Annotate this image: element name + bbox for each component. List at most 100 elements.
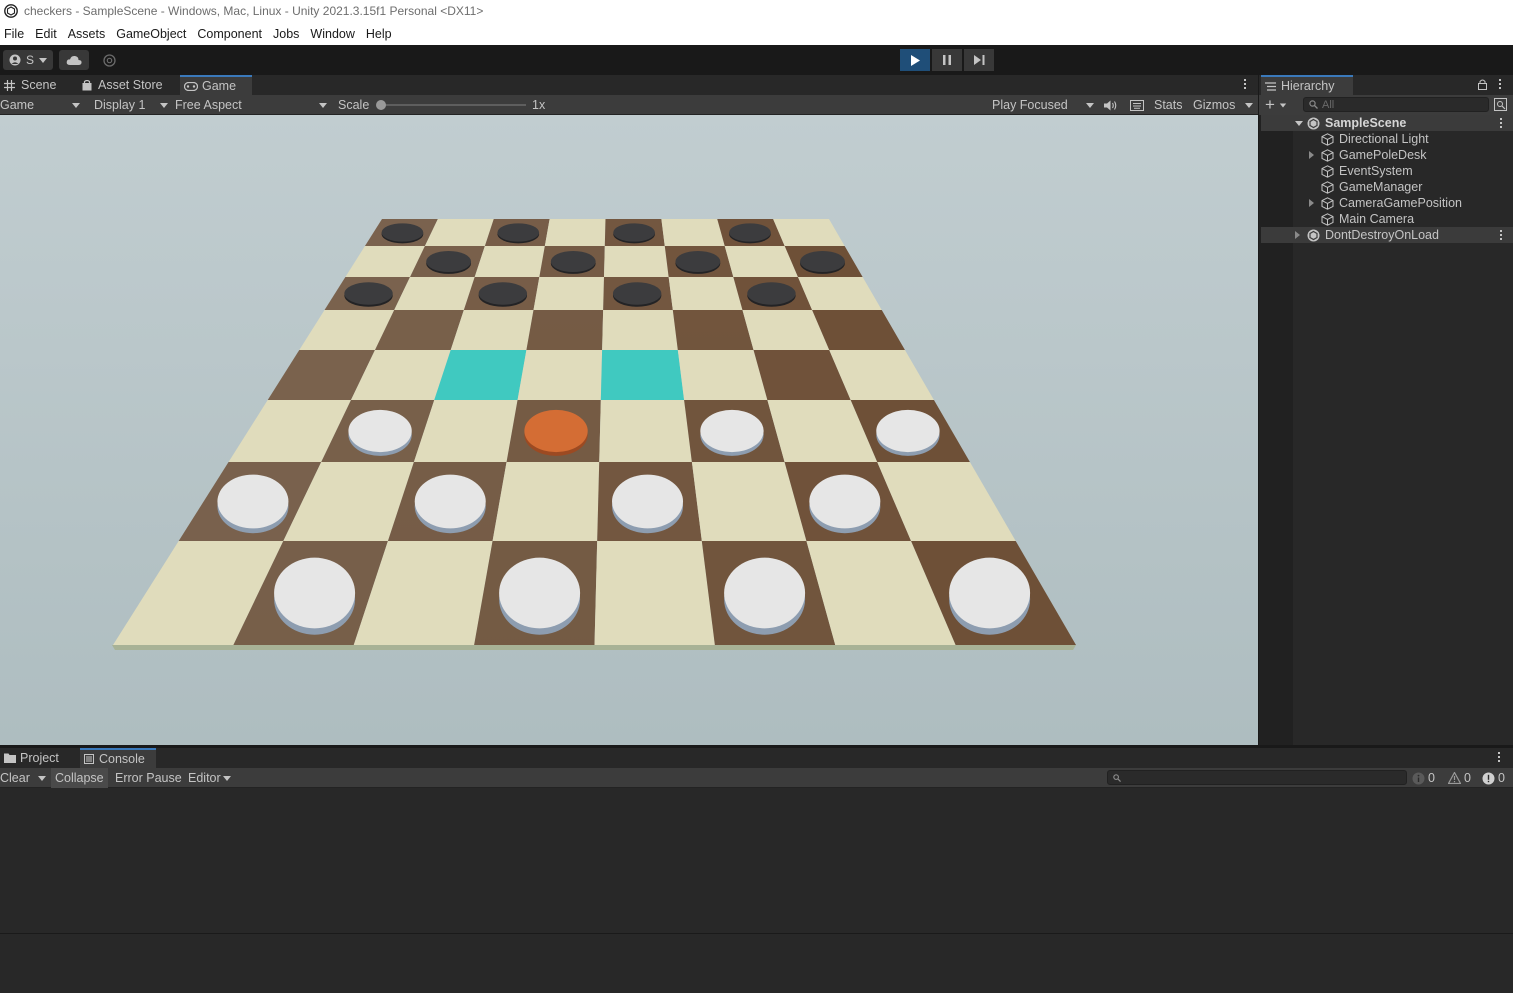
- menu-assets[interactable]: Assets: [64, 27, 113, 41]
- black-piece[interactable]: [747, 282, 796, 307]
- light-square[interactable]: [602, 310, 678, 350]
- hierarchy-item-gamepoledesk[interactable]: GamePoleDesk: [1309, 147, 1427, 163]
- dark-square[interactable]: [672, 310, 754, 350]
- hierarchy-item-samplescene[interactable]: SampleScene: [1295, 115, 1406, 131]
- hierarchy-item-cameragameposition[interactable]: CameraGamePosition: [1309, 195, 1462, 211]
- black-piece[interactable]: [478, 282, 528, 307]
- light-square[interactable]: [533, 277, 605, 310]
- console-menu-icon[interactable]: [1497, 752, 1501, 762]
- tab-project[interactable]: Project: [0, 748, 78, 768]
- white-piece[interactable]: [274, 557, 356, 635]
- black-piece[interactable]: [800, 250, 845, 274]
- tab-hierarchy[interactable]: Hierarchy: [1261, 75, 1353, 95]
- create-dropdown[interactable]: +: [1265, 96, 1293, 113]
- white-piece[interactable]: [700, 409, 764, 456]
- light-square[interactable]: [594, 541, 715, 645]
- error-count-toggle[interactable]: 0: [1482, 768, 1505, 788]
- play-focused-dropdown[interactable]: Play Focused: [992, 95, 1096, 115]
- light-square[interactable]: [492, 462, 600, 541]
- black-piece[interactable]: [729, 223, 771, 244]
- keyboard-shortcuts-button[interactable]: [1130, 95, 1144, 115]
- collapse-button[interactable]: Collapse: [51, 768, 108, 788]
- game-mode-dropdown[interactable]: Game: [0, 95, 84, 115]
- black-piece[interactable]: [381, 223, 424, 244]
- aspect-dropdown[interactable]: Free Aspect: [175, 95, 329, 115]
- menu-file[interactable]: File: [0, 27, 31, 41]
- play-button[interactable]: [900, 49, 930, 71]
- light-square[interactable]: [661, 219, 725, 246]
- scale-slider[interactable]: [380, 104, 526, 106]
- dark-square[interactable]: [526, 310, 604, 350]
- light-square[interactable]: [604, 246, 669, 277]
- clear-button[interactable]: Clear: [0, 768, 48, 788]
- selected-piece[interactable]: [524, 409, 588, 456]
- white-piece[interactable]: [612, 474, 684, 534]
- white-piece[interactable]: [414, 474, 486, 534]
- menu-help[interactable]: Help: [362, 27, 399, 41]
- menu-edit[interactable]: Edit: [31, 27, 64, 41]
- gizmos-dropdown[interactable]: Gizmos: [1193, 95, 1255, 115]
- white-piece[interactable]: [949, 557, 1031, 635]
- hierarchy-menu-icon[interactable]: [1498, 79, 1502, 89]
- menu-jobs[interactable]: Jobs: [269, 27, 306, 41]
- highlighted-square[interactable]: [600, 350, 685, 400]
- menu-window[interactable]: Window: [306, 27, 361, 41]
- black-piece[interactable]: [426, 250, 472, 274]
- search-placeholder: All: [1322, 98, 1335, 111]
- black-piece[interactable]: [497, 223, 540, 244]
- hierarchy-label: SampleScene: [1325, 116, 1407, 130]
- black-piece[interactable]: [613, 223, 655, 244]
- black-piece[interactable]: [612, 282, 662, 307]
- hierarchy-item-main-camera[interactable]: Main Camera: [1321, 211, 1414, 227]
- stats-button[interactable]: Stats: [1154, 95, 1183, 115]
- white-piece[interactable]: [809, 474, 881, 534]
- white-piece[interactable]: [724, 557, 806, 635]
- light-square[interactable]: [599, 400, 692, 462]
- console-log-list[interactable]: [0, 788, 1513, 933]
- tab-scene[interactable]: Scene: [0, 75, 76, 95]
- panel-menu-icon[interactable]: [1243, 79, 1247, 89]
- scene-menu-icon[interactable]: [1499, 118, 1503, 128]
- menu-component[interactable]: Component: [193, 27, 269, 41]
- tab-asset-store[interactable]: Asset Store: [78, 75, 172, 95]
- collab-button[interactable]: [95, 50, 123, 70]
- pause-button[interactable]: [932, 49, 962, 71]
- hierarchy-item-directional-light[interactable]: Directional Light: [1321, 131, 1429, 147]
- light-square[interactable]: [544, 219, 606, 246]
- error-pause-button[interactable]: Error Pause: [111, 768, 183, 788]
- step-button[interactable]: [964, 49, 994, 71]
- white-piece[interactable]: [348, 409, 412, 456]
- black-piece[interactable]: [675, 250, 721, 274]
- white-piece[interactable]: [217, 474, 289, 534]
- light-square[interactable]: [668, 277, 743, 310]
- light-square[interactable]: [517, 350, 603, 400]
- scene-visibility-icon[interactable]: [1494, 98, 1507, 111]
- white-piece[interactable]: [499, 557, 581, 635]
- mute-audio-button[interactable]: [1104, 95, 1117, 115]
- menu-gameobject[interactable]: GameObject: [112, 27, 193, 41]
- tab-console[interactable]: Console: [80, 748, 156, 768]
- game-viewport[interactable]: [0, 115, 1258, 745]
- lock-icon[interactable]: [1478, 79, 1487, 90]
- hierarchy-item-eventsystem[interactable]: EventSystem: [1321, 163, 1413, 179]
- hierarchy-item-gamemanager[interactable]: GameManager: [1321, 179, 1422, 195]
- light-square[interactable]: [474, 246, 545, 277]
- scale-slider-handle[interactable]: [376, 100, 386, 110]
- hierarchy-item-dontdestroyonload[interactable]: DontDestroyOnLoad: [1295, 227, 1439, 243]
- scene-menu-icon[interactable]: [1499, 230, 1503, 240]
- light-square[interactable]: [677, 350, 768, 400]
- white-piece[interactable]: [876, 409, 940, 456]
- account-dropdown[interactable]: S: [3, 50, 53, 70]
- tab-game[interactable]: Game: [180, 75, 252, 95]
- black-piece[interactable]: [550, 250, 596, 274]
- light-square[interactable]: [450, 310, 534, 350]
- gizmos-label: Gizmos: [1193, 98, 1236, 112]
- cloud-button[interactable]: [59, 50, 89, 70]
- hierarchy-search-field[interactable]: All: [1303, 97, 1489, 112]
- black-piece[interactable]: [344, 282, 393, 307]
- info-count-toggle[interactable]: 0: [1412, 768, 1435, 788]
- editor-dropdown[interactable]: Editor: [184, 768, 234, 788]
- console-search-field[interactable]: [1107, 770, 1407, 785]
- warning-count-toggle[interactable]: 0: [1448, 768, 1471, 788]
- display-dropdown[interactable]: Display 1: [94, 95, 168, 115]
